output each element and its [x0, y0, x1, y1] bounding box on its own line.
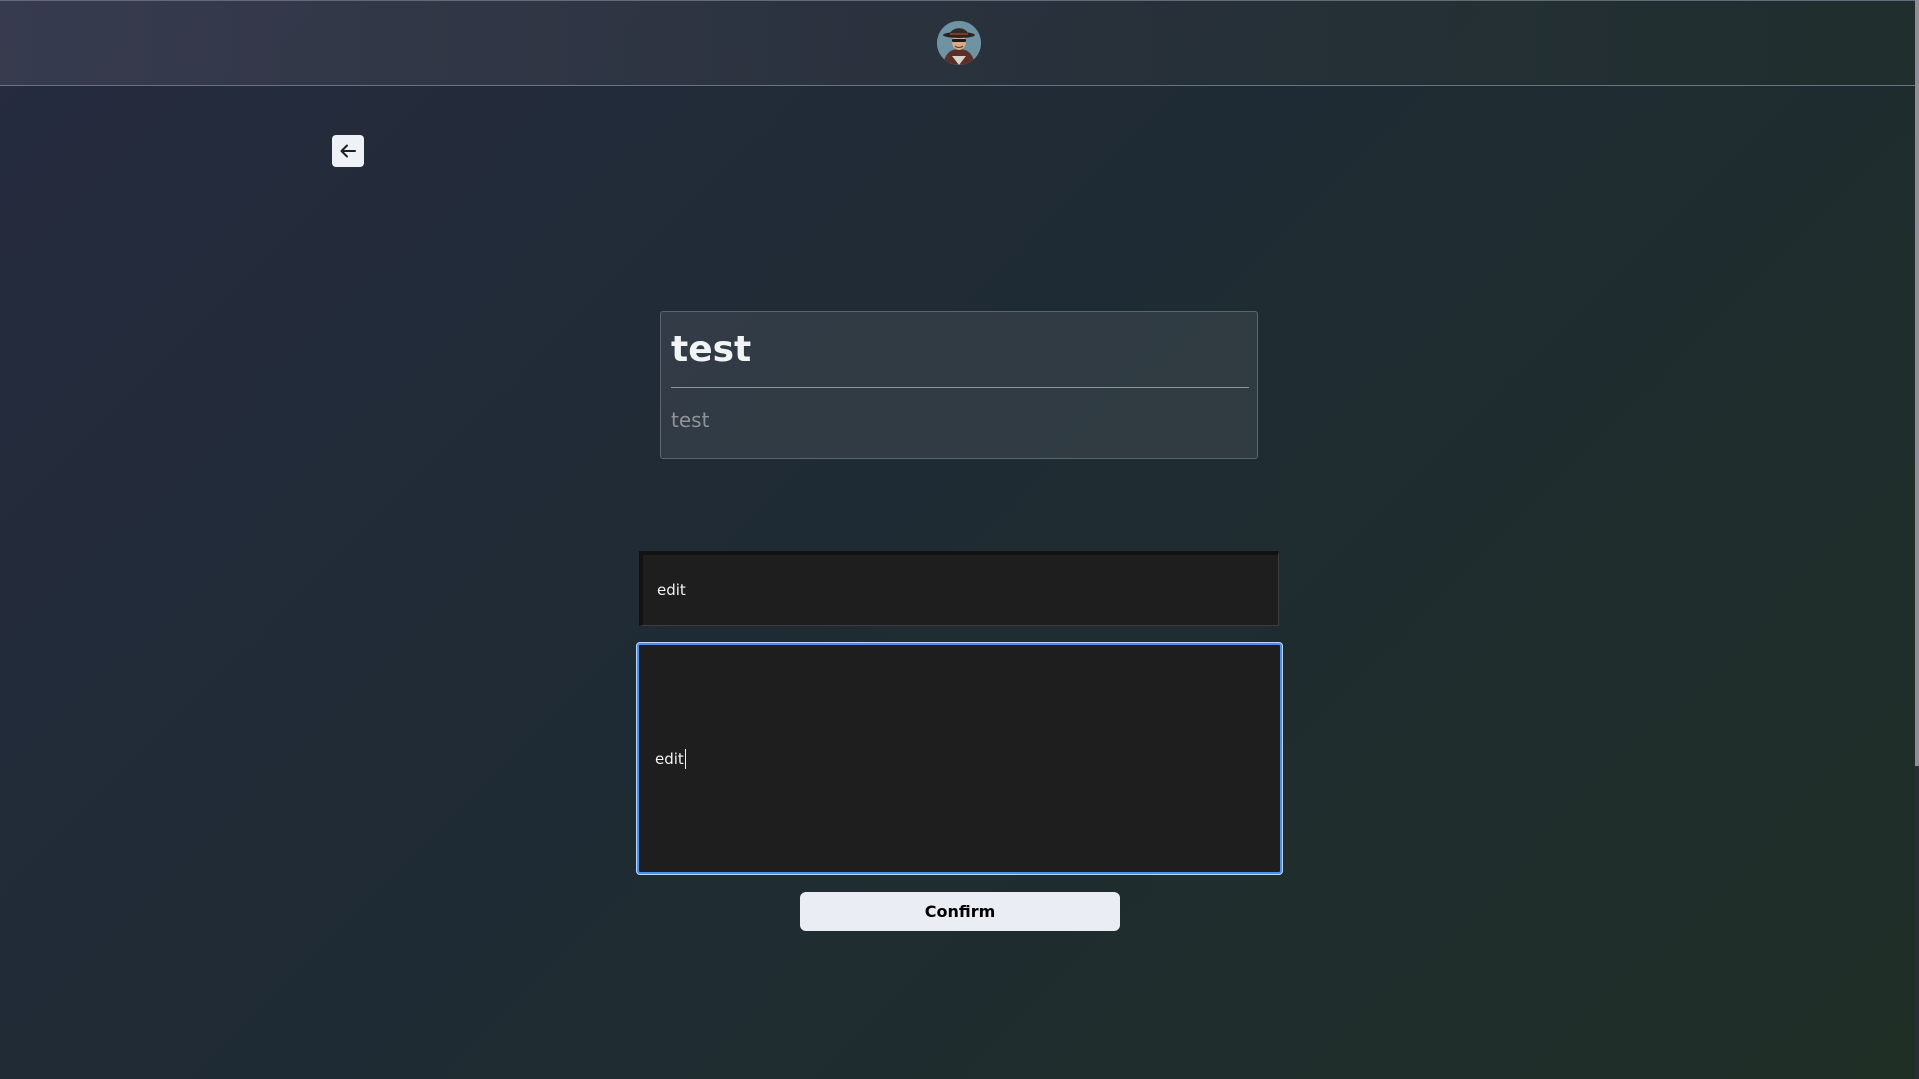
card-title: test — [671, 329, 752, 370]
description-textarea[interactable]: edit — [637, 643, 1282, 874]
top-bar — [0, 0, 1917, 86]
avatar-icon — [937, 21, 981, 65]
scrollbar-thumb[interactable] — [1915, 0, 1919, 766]
card-divider — [671, 387, 1249, 388]
back-button[interactable] — [332, 135, 364, 167]
arrow-left-icon — [340, 144, 356, 158]
scrollbar[interactable] — [1915, 0, 1919, 1079]
description-text: edit — [655, 749, 684, 768]
preview-card: test test — [660, 311, 1258, 459]
card-description: test — [671, 408, 710, 432]
user-avatar[interactable] — [937, 21, 981, 65]
confirm-button[interactable]: Confirm — [800, 892, 1120, 931]
text-caret — [684, 748, 686, 769]
title-input[interactable] — [639, 551, 1279, 626]
